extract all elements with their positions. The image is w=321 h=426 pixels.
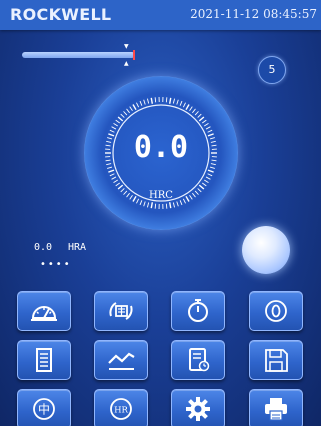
- printer-icon: [265, 398, 287, 421]
- gauge-tick: [207, 169, 214, 173]
- gauge-tick: [198, 116, 205, 122]
- gauge-tick: [207, 173, 213, 177]
- gauge-tick: [165, 203, 168, 209]
- gauge-tick: [205, 126, 211, 130]
- hardness-tester-icon: [31, 306, 57, 321]
- gauge-tick: [176, 99, 179, 105]
- print-button[interactable]: [249, 389, 303, 426]
- gauge-tick: [150, 202, 154, 209]
- gauge-tick: [172, 98, 175, 104]
- scale-hr-button[interactable]: HR: [94, 389, 148, 426]
- gauge-tick: [204, 122, 209, 127]
- gauge-tick: [210, 140, 216, 143]
- slider-marker-bottom-icon: ▲: [124, 60, 129, 67]
- gauge-tick: [201, 119, 207, 124]
- gauge-tick: [117, 184, 124, 190]
- gauge-tick: [176, 201, 179, 207]
- language-icon: 中: [33, 398, 55, 420]
- gauge-tick: [185, 104, 190, 111]
- gauge-tick: [209, 166, 215, 169]
- tester-screen: ROCKWELL 2021-11-12 08:45:57 ▼ ▲ 5 0.0 H…: [0, 0, 321, 426]
- gauge-tick: [129, 106, 133, 111]
- test-block-button[interactable]: [94, 291, 148, 331]
- page-dots: ••••: [40, 259, 72, 270]
- gauge-tick: [204, 179, 209, 184]
- test-block-icon: [109, 302, 133, 320]
- converted-value: 0.0: [34, 242, 53, 253]
- gauge-tick: [198, 184, 205, 190]
- gauge-tick: [150, 97, 154, 104]
- start-button[interactable]: [242, 226, 290, 274]
- gauge-tick: [143, 99, 146, 105]
- gauge-tick: [154, 97, 157, 103]
- timer-icon: [188, 299, 208, 322]
- gauge-tick: [111, 126, 117, 130]
- trend-chart-icon: [108, 352, 135, 370]
- hardness-unit: HRC: [149, 190, 173, 201]
- gauge-tick: [109, 173, 115, 177]
- hardness-value: 0.0: [133, 130, 189, 165]
- gauge-tick: [107, 166, 113, 169]
- svg-text:中: 中: [38, 402, 50, 417]
- report-icon: [36, 348, 52, 372]
- gauge-tick: [154, 203, 157, 209]
- gauge-tick: [105, 159, 111, 162]
- gauge-tick: [115, 182, 121, 187]
- gauge-tick: [139, 100, 143, 106]
- zero-button[interactable]: [249, 291, 303, 331]
- gauge-tick: [179, 100, 183, 106]
- gauge-tick: [201, 182, 207, 187]
- gauge-tick: [168, 97, 172, 104]
- hardness-tester-button[interactable]: [17, 291, 71, 331]
- save-button[interactable]: [249, 340, 303, 380]
- schedule-document-icon: [189, 348, 210, 372]
- gauge-tick: [197, 113, 202, 118]
- count-badge[interactable]: 5: [258, 56, 286, 84]
- gauge-tick: [113, 179, 118, 184]
- gauge-tick: [105, 144, 111, 147]
- gauge-tick: [132, 104, 137, 111]
- gauge-tick: [147, 202, 150, 208]
- gauge-tick: [182, 102, 186, 108]
- app-title: ROCKWELL: [10, 5, 112, 24]
- hr-scale-icon: HR: [110, 398, 132, 420]
- position-slider[interactable]: [22, 52, 135, 58]
- gauge-tick: [113, 122, 118, 127]
- gauge-tick: [172, 202, 175, 208]
- svg-text:HR: HR: [114, 406, 128, 416]
- gauge-tick: [136, 102, 140, 108]
- gauge-tick: [147, 98, 150, 104]
- datetime: 2021-11-12 08:45:57: [190, 7, 317, 21]
- settings-button[interactable]: [171, 389, 225, 426]
- zero-icon: [265, 300, 287, 322]
- gauge-tick: [210, 163, 216, 166]
- gauge-tick: [115, 119, 121, 124]
- top-bar: ROCKWELL 2021-11-12 08:45:57: [0, 0, 321, 30]
- gauge-tick: [111, 176, 117, 180]
- gauge-tick: [205, 176, 211, 180]
- gauge-tick: [192, 108, 196, 114]
- gauge-tick: [194, 111, 199, 116]
- gauge-tick: [211, 159, 217, 162]
- gauge-tick: [123, 111, 128, 116]
- gauge-tick: [120, 113, 125, 118]
- report-button[interactable]: [17, 340, 71, 380]
- slider-marker-top-icon: ▼: [124, 43, 129, 50]
- save-icon: [265, 349, 288, 372]
- gauge-tick: [168, 202, 172, 209]
- gauge-tick: [165, 97, 168, 103]
- gauge-tick: [126, 108, 130, 114]
- converted-unit: HRA: [68, 242, 87, 253]
- record-document-button[interactable]: [171, 340, 225, 380]
- gauge-tick: [108, 169, 115, 173]
- gauge-tick: [143, 201, 146, 207]
- gauge-tick: [117, 116, 124, 122]
- gear-icon: [186, 397, 210, 421]
- trend-chart-button[interactable]: [94, 340, 148, 380]
- gauge-tick: [211, 144, 217, 147]
- gauge-tick: [189, 106, 193, 111]
- slider-current-tick: [133, 50, 135, 60]
- language-button[interactable]: 中: [17, 389, 71, 426]
- timer-button[interactable]: [171, 291, 225, 331]
